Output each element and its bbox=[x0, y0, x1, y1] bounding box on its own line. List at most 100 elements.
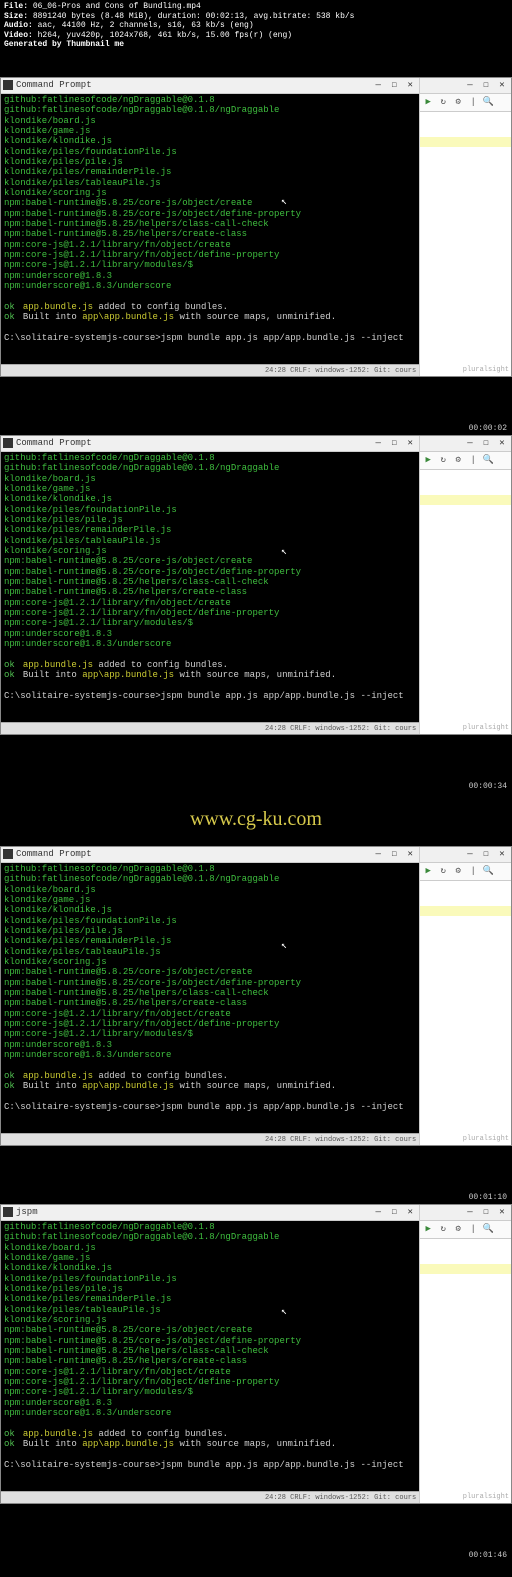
pluralsight-logo: pluralsight bbox=[463, 366, 509, 374]
terminal-body[interactable]: github:fatlinesofcode/ngDraggable@0.1.8 … bbox=[1, 1221, 419, 1491]
minimize-button[interactable]: — bbox=[371, 79, 385, 91]
terminal-line: github:fatlinesofcode/ngDraggable@0.1.8/… bbox=[4, 874, 416, 884]
terminal-line: klondike/scoring.js bbox=[4, 957, 416, 967]
result-line-2: okBuilt into app\app.bundle.js with sour… bbox=[4, 670, 416, 680]
redo-icon[interactable]: ↻ bbox=[437, 96, 449, 108]
redo-icon[interactable]: ↻ bbox=[437, 454, 449, 466]
terminal-line: klondike/board.js bbox=[4, 885, 416, 895]
terminal-line: klondike/board.js bbox=[4, 1243, 416, 1253]
result-line-1: okapp.bundle.js added to config bundles. bbox=[4, 1429, 416, 1439]
redo-icon[interactable]: ↻ bbox=[437, 865, 449, 877]
close-button[interactable]: ✕ bbox=[403, 79, 417, 91]
maximize-button[interactable]: ☐ bbox=[479, 79, 493, 91]
search-icon[interactable]: 🔍 bbox=[482, 454, 494, 466]
right-titlebar[interactable]: — ☐ ✕ bbox=[420, 78, 511, 94]
maximize-button[interactable]: ☐ bbox=[387, 437, 401, 449]
terminal-line: npm:core-js@1.2.1/library/fn/object/defi… bbox=[4, 1377, 416, 1387]
play-icon[interactable]: ▶ bbox=[422, 454, 434, 466]
minimize-button[interactable]: — bbox=[371, 437, 385, 449]
search-icon[interactable]: 🔍 bbox=[482, 865, 494, 877]
terminal-pane: Command Prompt — ☐ ✕ github:fatlinesofco… bbox=[1, 436, 419, 734]
sep-icon: | bbox=[467, 1223, 479, 1235]
maximize-button[interactable]: ☐ bbox=[479, 848, 493, 860]
timestamp: 00:00:34 bbox=[0, 780, 512, 793]
status-bar: 24:28 CRLF: windows-1252: Git: cours bbox=[1, 364, 419, 376]
play-icon[interactable]: ▶ bbox=[422, 96, 434, 108]
terminal-blank bbox=[4, 292, 416, 302]
prompt-line[interactable]: C:\solitaire-systemjs-course>jspm bundle… bbox=[4, 691, 416, 701]
minimize-button[interactable]: — bbox=[371, 848, 385, 860]
terminal-line: klondike/piles/foundationPile.js bbox=[4, 916, 416, 926]
minimize-button[interactable]: — bbox=[463, 79, 477, 91]
minimize-button[interactable]: — bbox=[463, 1206, 477, 1218]
terminal-body[interactable]: github:fatlinesofcode/ngDraggable@0.1.8 … bbox=[1, 94, 419, 364]
play-icon[interactable]: ▶ bbox=[422, 1223, 434, 1235]
search-icon[interactable]: 🔍 bbox=[482, 96, 494, 108]
pluralsight-logo: pluralsight bbox=[463, 724, 509, 732]
terminal-line: klondike/piles/pile.js bbox=[4, 1284, 416, 1294]
titlebar[interactable]: Command Prompt — ☐ ✕ bbox=[1, 436, 419, 452]
terminal-line: npm:core-js@1.2.1/library/modules/$ bbox=[4, 618, 416, 628]
titlebar[interactable]: Command Prompt — ☐ ✕ bbox=[1, 847, 419, 863]
terminal-line: klondike/game.js bbox=[4, 1253, 416, 1263]
titlebar[interactable]: jspm — ☐ ✕ bbox=[1, 1205, 419, 1221]
result-line-1: okapp.bundle.js added to config bundles. bbox=[4, 302, 416, 312]
status-bar: 24:28 CRLF: windows-1252: Git: cours bbox=[1, 1491, 419, 1503]
terminal-line: npm:underscore@1.8.3/underscore bbox=[4, 639, 416, 649]
prompt-line[interactable]: C:\solitaire-systemjs-course>jspm bundle… bbox=[4, 333, 416, 343]
terminal-blank bbox=[4, 650, 416, 660]
search-icon[interactable]: 🔍 bbox=[482, 1223, 494, 1235]
sep-icon: | bbox=[467, 454, 479, 466]
minimize-button[interactable]: — bbox=[371, 1206, 385, 1218]
terminal-line: npm:core-js@1.2.1/library/modules/$ bbox=[4, 1387, 416, 1397]
gear-icon[interactable]: ⚙ bbox=[452, 454, 464, 466]
close-button[interactable]: ✕ bbox=[403, 848, 417, 860]
minimize-button[interactable]: — bbox=[463, 848, 477, 860]
terminal-line: github:fatlinesofcode/ngDraggable@0.1.8 bbox=[4, 453, 416, 463]
maximize-button[interactable]: ☐ bbox=[387, 79, 401, 91]
gear-icon[interactable]: ⚙ bbox=[452, 1223, 464, 1235]
terminal-blank bbox=[4, 323, 416, 333]
maximize-button[interactable]: ☐ bbox=[479, 1206, 493, 1218]
close-button[interactable]: ✕ bbox=[403, 437, 417, 449]
play-icon[interactable]: ▶ bbox=[422, 865, 434, 877]
terminal-line: klondike/game.js bbox=[4, 895, 416, 905]
terminal-line: klondike/scoring.js bbox=[4, 546, 416, 556]
editor-body[interactable]: pluralsight bbox=[420, 470, 511, 734]
terminal-body[interactable]: github:fatlinesofcode/ngDraggable@0.1.8 … bbox=[1, 863, 419, 1133]
prompt-line[interactable]: C:\solitaire-systemjs-course>jspm bundle… bbox=[4, 1460, 416, 1470]
terminal-body[interactable]: github:fatlinesofcode/ngDraggable@0.1.8 … bbox=[1, 452, 419, 722]
terminal-blank bbox=[4, 1061, 416, 1071]
close-button[interactable]: ✕ bbox=[495, 848, 509, 860]
terminal-pane: Command Prompt — ☐ ✕ github:fatlinesofco… bbox=[1, 847, 419, 1145]
close-button[interactable]: ✕ bbox=[403, 1206, 417, 1218]
titlebar[interactable]: Command Prompt — ☐ ✕ bbox=[1, 78, 419, 94]
editor-pane: — ☐ ✕ ▶ ↻ ⚙ | 🔍 pluralsight bbox=[419, 78, 511, 376]
close-button[interactable]: ✕ bbox=[495, 79, 509, 91]
terminal-line: npm:core-js@1.2.1/library/fn/object/defi… bbox=[4, 250, 416, 260]
editor-body[interactable]: pluralsight bbox=[420, 1239, 511, 1503]
terminal-line: klondike/scoring.js bbox=[4, 188, 416, 198]
maximize-button[interactable]: ☐ bbox=[387, 1206, 401, 1218]
prompt-line[interactable]: C:\solitaire-systemjs-course>jspm bundle… bbox=[4, 1102, 416, 1112]
gear-icon[interactable]: ⚙ bbox=[452, 865, 464, 877]
right-titlebar[interactable]: — ☐ ✕ bbox=[420, 847, 511, 863]
right-titlebar[interactable]: — ☐ ✕ bbox=[420, 436, 511, 452]
maximize-button[interactable]: ☐ bbox=[387, 848, 401, 860]
terminal-line: npm:babel-runtime@5.8.25/core-js/object/… bbox=[4, 556, 416, 566]
right-titlebar[interactable]: — ☐ ✕ bbox=[420, 1205, 511, 1221]
gear-icon[interactable]: ⚙ bbox=[452, 96, 464, 108]
maximize-button[interactable]: ☐ bbox=[479, 437, 493, 449]
editor-body[interactable]: pluralsight bbox=[420, 881, 511, 1145]
close-button[interactable]: ✕ bbox=[495, 1206, 509, 1218]
timestamp: 00:01:10 bbox=[0, 1191, 512, 1204]
editor-body[interactable]: pluralsight bbox=[420, 112, 511, 376]
terminal-line: klondike/piles/foundationPile.js bbox=[4, 147, 416, 157]
close-button[interactable]: ✕ bbox=[495, 437, 509, 449]
terminal-line: npm:core-js@1.2.1/library/fn/object/defi… bbox=[4, 1019, 416, 1029]
redo-icon[interactable]: ↻ bbox=[437, 1223, 449, 1235]
pluralsight-logo: pluralsight bbox=[463, 1135, 509, 1143]
minimize-button[interactable]: — bbox=[463, 437, 477, 449]
terminal-line: npm:babel-runtime@5.8.25/helpers/create-… bbox=[4, 998, 416, 1008]
terminal-line: klondike/game.js bbox=[4, 126, 416, 136]
